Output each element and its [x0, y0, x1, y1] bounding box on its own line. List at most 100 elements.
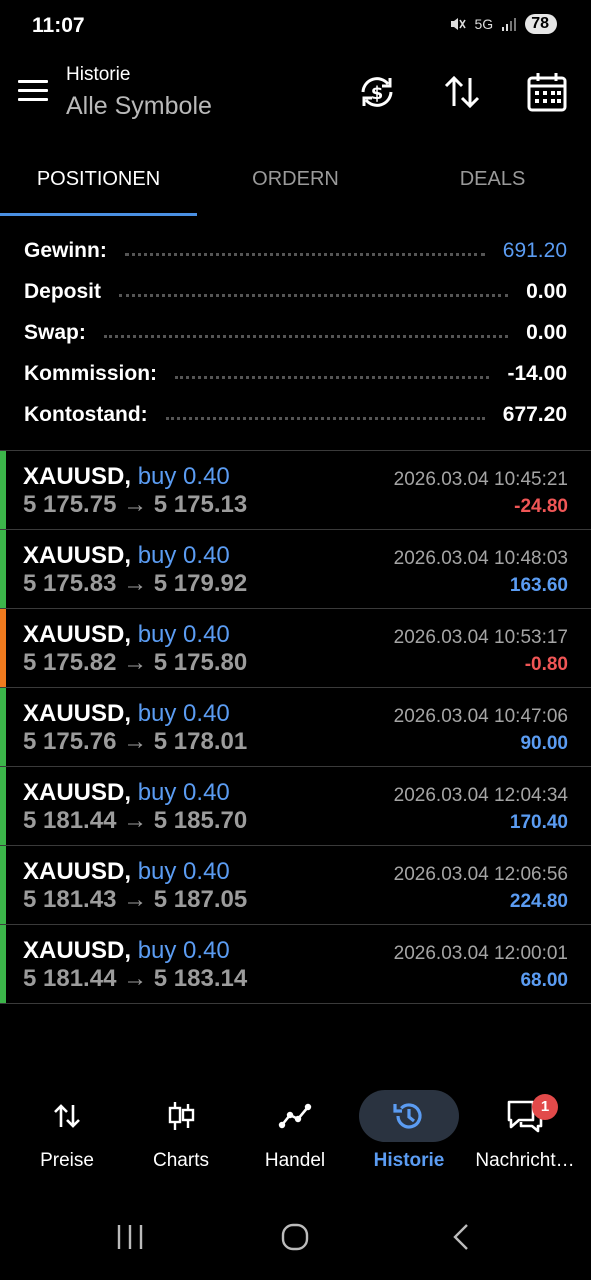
deal-open-price: 5 175.82 [23, 649, 117, 676]
deal-symbol: XAUUSD, [23, 858, 132, 885]
home-icon [281, 1223, 309, 1251]
nav-preise[interactable]: Preise [8, 1088, 126, 1188]
deal-profit: 90.00 [520, 733, 568, 754]
deal-status-bar [0, 451, 6, 529]
summary-row-kontostand: Kontostand: 677.20 [0, 394, 591, 435]
deal-arrow: → [123, 570, 148, 597]
deal-open-price: 5 181.43 [23, 886, 117, 913]
nav-charts[interactable]: Charts [122, 1088, 240, 1188]
summary-row-swap: Swap: 0.00 [0, 312, 591, 353]
nav-label: Preise [40, 1150, 94, 1171]
deal-arrow: → [123, 728, 148, 755]
status-time: 11:07 [32, 14, 85, 37]
recent-apps-button[interactable] [116, 1222, 144, 1257]
deal-close-price: 5 175.80 [153, 649, 248, 676]
dotted-leader [119, 294, 509, 297]
tab-bar: POSITIONEN ORDERN DEALS [0, 150, 591, 216]
deal-row[interactable]: XAUUSD, buy 0.40 5 175.82 → 5 175.80 2026.… [0, 609, 591, 688]
deal-profit: 224.80 [509, 891, 568, 912]
recent-apps-icon [117, 1225, 143, 1249]
deal-profit: 163.60 [509, 575, 568, 596]
deal-status-bar [0, 846, 6, 924]
summary-value: 691.20 [502, 238, 567, 262]
summary-row-gewinn: Gewinn: 691.20 [0, 230, 591, 271]
deal-row[interactable]: XAUUSD, buy 0.40 5 175.76 → 5 178.01 2026.… [0, 688, 591, 767]
deal-list: XAUUSD, buy 0.40 5 175.75 → 5 175.13 2026.… [0, 450, 591, 1004]
summary-panel: Gewinn: 691.20 Deposit 0.00 Swap: 0.00 K… [0, 230, 591, 435]
candlestick-icon [168, 1102, 195, 1130]
deal-status-bar [0, 530, 6, 608]
deal-status-bar [0, 609, 6, 687]
deal-time: 2026.03.04 12:04:34 [393, 785, 568, 806]
nav-label: Handel [264, 1150, 326, 1171]
dotted-leader [165, 417, 485, 420]
calendar-icon [527, 73, 567, 112]
home-button[interactable] [280, 1222, 310, 1257]
svg-text:$: $ [371, 83, 384, 104]
deal-open-price: 5 175.75 [23, 491, 117, 518]
deal-profit: 170.40 [509, 812, 568, 833]
history-clock-icon [393, 1103, 422, 1129]
notification-badge: 1 [532, 1094, 558, 1120]
deal-row[interactable]: XAUUSD, buy 0.40 5 181.44 → 5 185.70 2026.… [0, 767, 591, 846]
deal-side: buy 0.40 [137, 621, 230, 648]
deal-close-price: 5 187.05 [153, 886, 248, 913]
nav-historie[interactable]: Historie [350, 1088, 468, 1188]
deal-time: 2026.03.04 10:48:03 [393, 548, 568, 569]
network-label: 5G [474, 16, 494, 32]
deal-row[interactable]: XAUUSD, buy 0.40 5 181.44 → 5 183.14 2026.… [0, 925, 591, 1004]
symbol-filter[interactable]: Alle Symbole [66, 92, 212, 121]
summary-label: Kommission: [24, 361, 158, 385]
deal-close-price: 5 175.13 [153, 491, 248, 518]
tab-deals[interactable]: DEALS [394, 150, 591, 216]
summary-value: 677.20 [502, 402, 567, 426]
nav-label: Historie [373, 1150, 445, 1171]
deal-symbol: XAUUSD, [23, 779, 132, 806]
deal-close-price: 5 179.92 [153, 570, 248, 597]
dotted-leader [175, 376, 490, 379]
deal-row[interactable]: XAUUSD, buy 0.40 5 181.43 → 5 187.05 2026.… [0, 846, 591, 925]
page-title: Historie [66, 64, 131, 85]
deal-open-price: 5 181.44 [23, 965, 117, 992]
trade-line-icon [278, 1103, 312, 1129]
status-bar: 11:07 5G 78 [0, 0, 591, 54]
deal-close-price: 5 178.01 [153, 728, 248, 755]
menu-icon[interactable] [18, 80, 48, 102]
summary-value: -14.00 [507, 361, 567, 385]
deal-side: buy 0.40 [137, 542, 230, 569]
tab-ordern[interactable]: ORDERN [197, 150, 394, 216]
deal-open-price: 5 181.44 [23, 807, 117, 834]
prices-arrows-icon [54, 1104, 80, 1128]
deal-profit: 68.00 [520, 970, 568, 991]
deal-side: buy 0.40 [137, 937, 230, 964]
deal-arrow: → [123, 965, 148, 992]
summary-row-deposit: Deposit 0.00 [0, 271, 591, 312]
deal-open-price: 5 175.83 [23, 570, 117, 597]
deal-profit: -0.80 [524, 654, 568, 675]
deal-side: buy 0.40 [137, 858, 230, 885]
deal-side: buy 0.40 [137, 463, 230, 490]
summary-label: Swap: [24, 320, 86, 344]
deal-status-bar [0, 767, 6, 845]
deal-row[interactable]: XAUUSD, buy 0.40 5 175.75 → 5 175.13 2026.… [0, 451, 591, 530]
summary-value: 0.00 [526, 279, 567, 303]
back-button[interactable] [450, 1222, 472, 1257]
deal-status-bar [0, 688, 6, 766]
sort-button[interactable] [440, 70, 484, 114]
currency-exchange-button[interactable]: $ [355, 70, 399, 114]
calendar-button[interactable] [525, 70, 569, 114]
deal-time: 2026.03.04 10:47:06 [393, 706, 568, 727]
summary-label: Gewinn: [24, 238, 107, 262]
deal-symbol: XAUUSD, [23, 700, 132, 727]
tab-positionen[interactable]: POSITIONEN [0, 150, 197, 216]
dotted-leader [103, 335, 509, 338]
deal-open-price: 5 175.76 [23, 728, 117, 755]
nav-handel[interactable]: Handel [236, 1088, 354, 1188]
deal-arrow: → [123, 649, 148, 676]
deal-row[interactable]: XAUUSD, buy 0.40 5 175.83 → 5 179.92 2026.… [0, 530, 591, 609]
deal-arrow: → [123, 886, 148, 913]
deal-close-price: 5 185.70 [153, 807, 248, 834]
sort-arrows-icon [444, 75, 480, 109]
dotted-leader [124, 253, 485, 256]
nav-nachrichten[interactable]: 1 Nachricht… [466, 1088, 584, 1188]
